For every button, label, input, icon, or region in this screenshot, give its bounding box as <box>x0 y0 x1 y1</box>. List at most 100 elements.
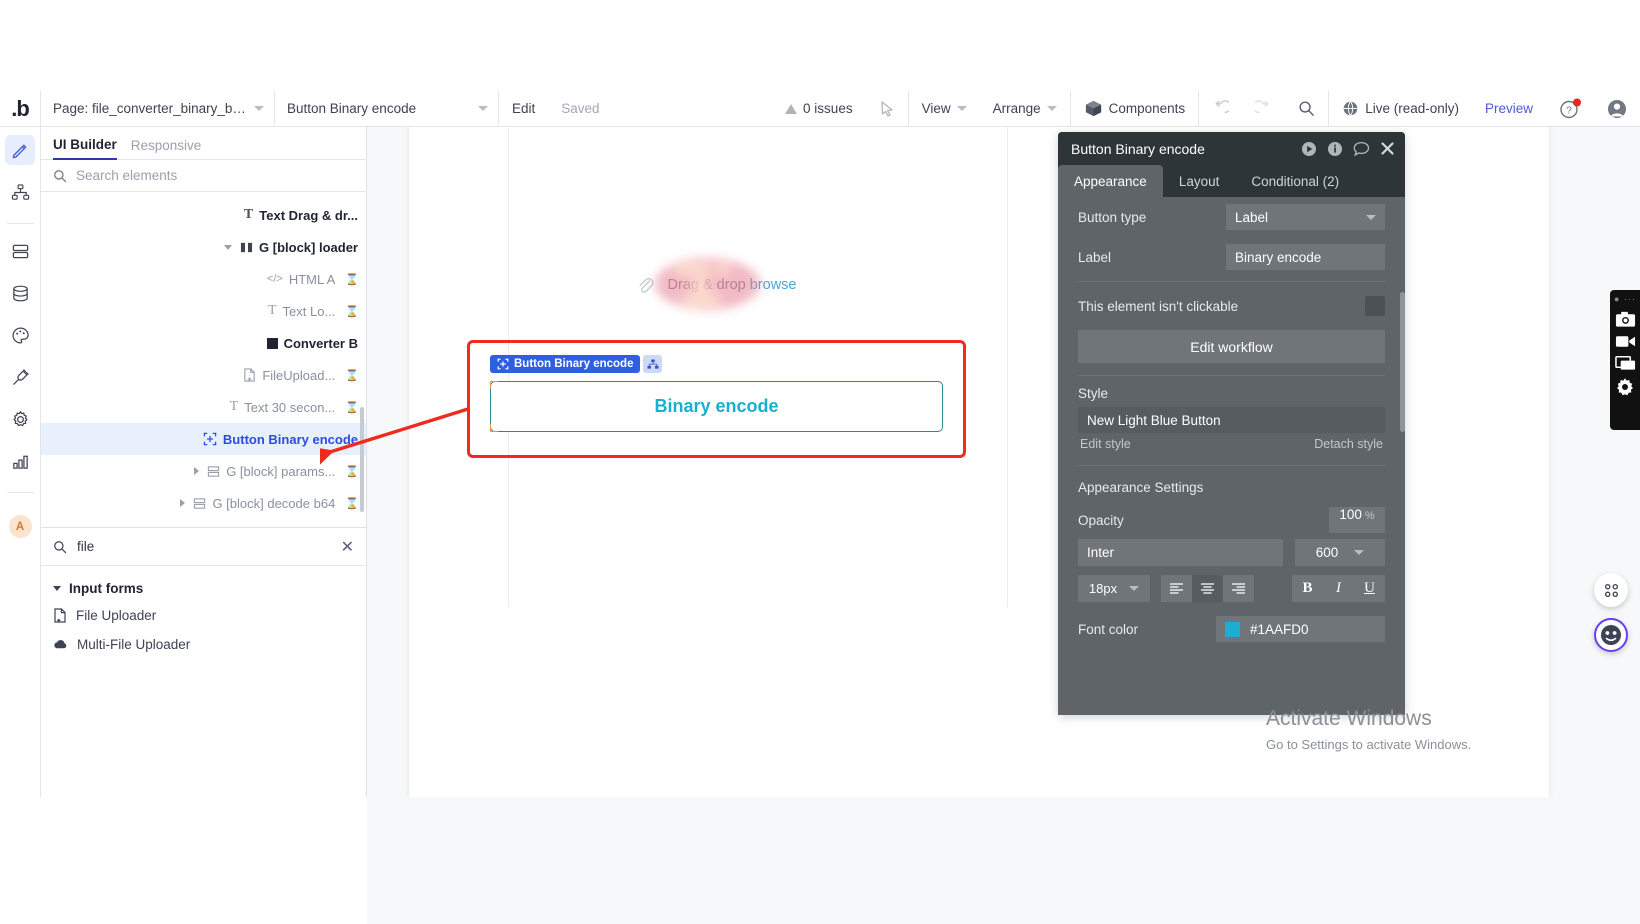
search-elements-input[interactable]: Search elements <box>41 160 366 192</box>
font-color-picker[interactable]: #1AAFD0 <box>1216 616 1385 642</box>
tab-layout[interactable]: Layout <box>1163 165 1236 197</box>
dropzone-text: Drag & drop browse <box>668 277 797 293</box>
components-button[interactable]: Components <box>1071 91 1199 126</box>
property-panel-body: Button type Label Label Binary encode Th… <box>1058 197 1405 647</box>
rail-item-design[interactable] <box>5 135 35 165</box>
tree-row[interactable]: FileUpload... ⌛ <box>41 359 366 391</box>
tree-row[interactable]: G [block] loader <box>41 231 366 263</box>
underline-button[interactable]: U <box>1354 575 1385 602</box>
italic-label: I <box>1336 580 1341 596</box>
align-right-button[interactable] <box>1223 575 1254 602</box>
hidden-eye-icon[interactable]: ⌛ <box>345 497 359 510</box>
hidden-eye-icon[interactable]: ⌛ <box>345 465 359 478</box>
detach-style-link[interactable]: Detach style <box>1314 437 1383 451</box>
view-menu[interactable]: View <box>909 91 980 126</box>
close-icon[interactable] <box>1380 141 1395 156</box>
align-left-button[interactable] <box>1161 575 1192 602</box>
preview-button[interactable]: Preview <box>1472 91 1546 126</box>
chevron-right-icon[interactable] <box>180 499 186 507</box>
align-center-button[interactable] <box>1192 575 1223 602</box>
hidden-eye-icon[interactable]: ⌛ <box>345 273 359 286</box>
bold-button[interactable]: B <box>1292 575 1323 602</box>
account-button[interactable] <box>1594 91 1640 126</box>
font-family-select[interactable]: Inter <box>1078 539 1283 566</box>
hidden-eye-icon[interactable]: ⌛ <box>345 401 359 414</box>
tree-row[interactable]: G [block] Displaying menu bg ⌛ <box>41 519 366 527</box>
search-button[interactable] <box>1285 91 1328 126</box>
element-palette-search[interactable]: file ✕ <box>41 528 366 566</box>
assistant-avatar-button[interactable] <box>1594 618 1628 652</box>
font-size-select[interactable]: 18px <box>1078 575 1150 602</box>
clear-search-icon[interactable]: ✕ <box>341 537 354 557</box>
tree-row[interactable]: T Text 30 secon... ⌛ <box>41 391 366 423</box>
chevron-down-icon[interactable] <box>224 244 233 250</box>
style-select[interactable]: New Light Blue Button <box>1078 407 1385 433</box>
palette-item-multi-file-uploader[interactable]: Multi-File Uploader <box>41 630 366 659</box>
element-hierarchy-button[interactable] <box>643 355 663 373</box>
label-input[interactable]: Binary encode <box>1226 244 1385 270</box>
edit-style-link[interactable]: Edit style <box>1080 437 1131 451</box>
rail-item-styles[interactable] <box>5 320 35 350</box>
pointer-tool-button[interactable] <box>866 91 908 126</box>
live-mode-selector[interactable]: Live (read-only) <box>1329 91 1472 126</box>
chevron-right-icon[interactable] <box>194 467 200 475</box>
tree-scrollbar[interactable] <box>360 407 364 512</box>
rail-item-logs[interactable] <box>5 446 35 476</box>
tree-row-button-binary-encode[interactable]: Button Binary encode <box>41 423 366 455</box>
tree-row[interactable]: T Text Drag & dr... <box>41 199 366 231</box>
drag-handle-icon[interactable]: ● ··· <box>1614 294 1636 304</box>
tab-conditional[interactable]: Conditional (2) <box>1235 165 1355 197</box>
issues-button[interactable]: 0 issues <box>772 91 866 126</box>
cloud-upload-icon <box>54 640 67 649</box>
hidden-eye-icon[interactable]: ⌛ <box>345 305 359 318</box>
element-name-badge[interactable]: Button Binary encode <box>490 355 641 373</box>
redo-button[interactable] <box>1242 91 1285 126</box>
rail-item-database[interactable] <box>5 278 35 308</box>
edit-workflow-button[interactable]: Edit workflow <box>1078 330 1385 363</box>
dropzone-browse-link[interactable]: browse <box>750 277 797 293</box>
rail-item-settings[interactable] <box>5 404 35 434</box>
font-weight-select[interactable]: 600 <box>1295 539 1385 566</box>
tree-row[interactable]: G [block] decode b64 ⌛ <box>41 487 366 519</box>
style-value: New Light Blue Button <box>1087 412 1221 428</box>
page-selector[interactable]: Page: file_converter_binary_b64 <box>41 91 275 126</box>
tree-row[interactable]: G [block] params... ⌛ <box>41 455 366 487</box>
clickable-checkbox[interactable] <box>1365 296 1385 316</box>
opacity-input[interactable]: 100 % <box>1329 507 1385 533</box>
rail-avatar[interactable]: A <box>8 515 32 538</box>
hidden-eye-icon[interactable]: ⌛ <box>345 369 359 382</box>
preview-play-icon[interactable] <box>1301 141 1317 157</box>
button-type-select[interactable]: Label <box>1226 204 1385 230</box>
tab-responsive[interactable]: Responsive <box>131 138 202 159</box>
rail-item-workflow[interactable] <box>5 177 35 207</box>
property-panel-scrollbar[interactable] <box>1400 292 1405 432</box>
window-capture-icon[interactable] <box>1614 355 1636 371</box>
rail-item-data-rows[interactable] <box>5 236 35 266</box>
palette-group-input-forms[interactable]: Input forms <box>41 576 366 601</box>
app-logo[interactable]: .b <box>0 91 41 126</box>
recorder-settings-gear-icon[interactable] <box>1615 377 1635 397</box>
rail-item-plugins[interactable] <box>5 362 35 392</box>
video-record-icon[interactable] <box>1615 334 1636 349</box>
italic-button[interactable]: I <box>1323 575 1354 602</box>
edit-button[interactable]: Edit <box>499 91 548 126</box>
info-icon[interactable] <box>1327 141 1343 157</box>
element-selector[interactable]: Button Binary encode <box>275 91 499 126</box>
comment-icon[interactable] <box>1353 141 1370 157</box>
apps-grid-button[interactable] <box>1594 573 1628 607</box>
tree-row[interactable]: </> HTML A ⌛ <box>41 263 366 295</box>
tab-appearance-label: Appearance <box>1074 173 1147 189</box>
screenshot-camera-icon[interactable] <box>1615 310 1636 328</box>
text-icon: T <box>267 303 277 318</box>
canvas-binary-encode-button[interactable]: Binary encode <box>490 381 943 432</box>
undo-button[interactable] <box>1199 91 1242 126</box>
tree-row[interactable]: T Text Lo... ⌛ <box>41 295 366 327</box>
tab-ui-builder[interactable]: UI Builder <box>53 137 117 160</box>
file-dropzone[interactable]: Drag & drop browse <box>466 270 966 300</box>
palette-item-file-uploader[interactable]: File Uploader <box>41 601 366 630</box>
canvas-area[interactable] <box>367 127 1640 797</box>
tab-appearance[interactable]: Appearance <box>1058 165 1163 197</box>
arrange-menu[interactable]: Arrange <box>980 91 1070 126</box>
help-button[interactable]: ? <box>1546 91 1594 126</box>
tree-row[interactable]: Converter B <box>41 327 366 359</box>
